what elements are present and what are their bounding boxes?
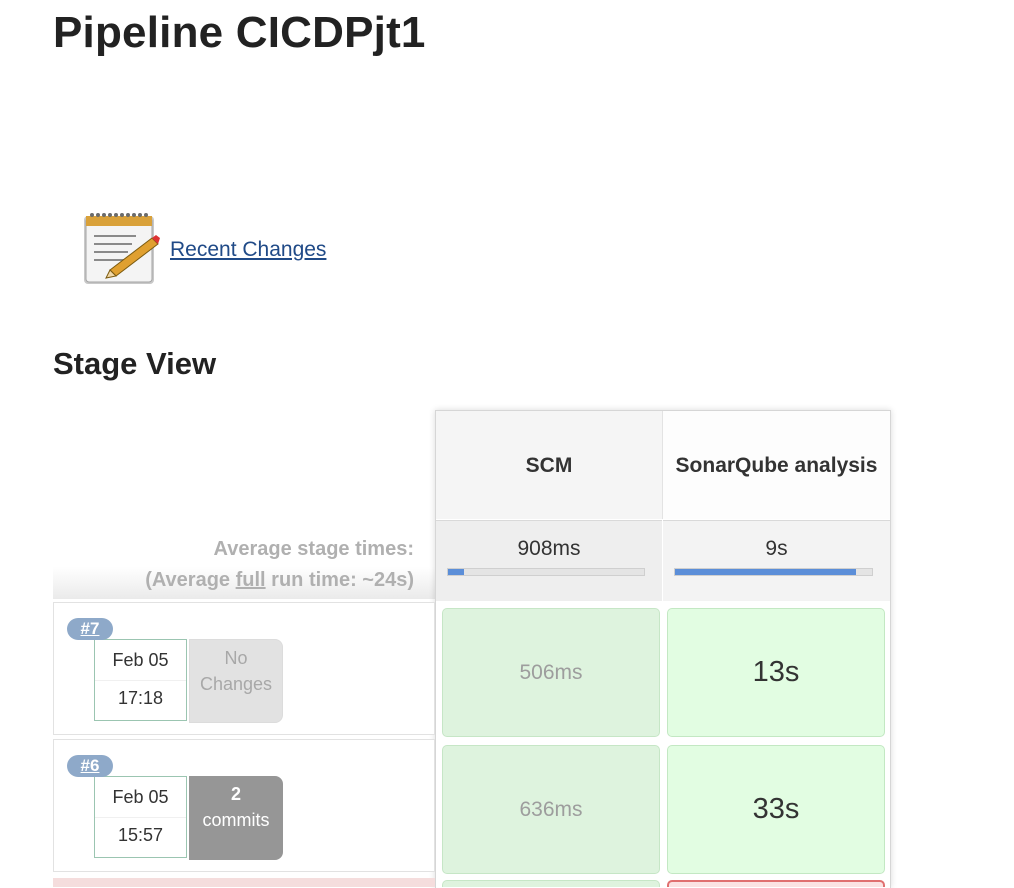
stage-cell-partial-success (442, 880, 660, 887)
average-time-sonarqube: 9s (663, 520, 890, 601)
average-time-value: 908ms (517, 537, 581, 560)
average-label-line1: Average stage times: (213, 538, 414, 560)
average-time-bar-fill (675, 569, 857, 575)
average-time-bar-fill (448, 569, 464, 575)
average-stage-times-label: Average stage times: (Average full run t… (145, 534, 414, 596)
build-number-link[interactable]: #6 (67, 755, 113, 777)
run-row-6: #6 Feb 05 15:57 2 commits (53, 739, 435, 872)
recent-changes-link[interactable]: Recent Changes (170, 238, 326, 262)
average-time-bar (674, 568, 873, 576)
stage-cell-sonarqube[interactable]: 13s (667, 608, 885, 737)
stage-cell-scm[interactable]: 506ms (442, 608, 660, 737)
stage-header-sonarqube[interactable]: SonarQube analysis (663, 411, 890, 519)
stage-cell-sonarqube[interactable]: 33s (667, 745, 885, 874)
commits-label: commits (202, 810, 270, 830)
average-time-scm: 908ms (436, 520, 662, 601)
stage-cell-partial-failed (667, 880, 885, 887)
build-number-link[interactable]: #7 (67, 618, 113, 640)
stage-cell-scm[interactable]: 636ms (442, 745, 660, 874)
commits-badge[interactable]: 2 commits (189, 776, 283, 860)
run-row-7: #7 Feb 05 17:18 No Changes (53, 602, 435, 735)
notepad-pencil-icon[interactable] (80, 208, 160, 288)
commit-count: 2 (230, 784, 241, 804)
build-date: Feb 05 15:57 (94, 776, 187, 858)
average-time-value: 9s (765, 537, 788, 560)
stage-view-heading: Stage View (53, 346, 217, 381)
page-title: Pipeline CICDPjt1 (53, 8, 426, 57)
run-row-partial (53, 878, 435, 887)
average-time-bar (447, 568, 645, 576)
build-date-time: 15:57 (117, 825, 164, 845)
build-date: Feb 05 17:18 (94, 639, 187, 721)
stage-header-scm[interactable]: SCM (436, 411, 663, 519)
date-divider (95, 680, 186, 681)
stage-view: Average stage times: (Average full run t… (53, 410, 891, 888)
full-run-time-link[interactable]: full (236, 569, 266, 591)
build-date-time: 17:18 (117, 688, 164, 708)
build-date-day: Feb 05 (112, 787, 169, 807)
average-label-line2: (Average full run time: ~24s) (145, 569, 414, 591)
no-changes-badge: No Changes (189, 639, 283, 723)
date-divider (95, 817, 186, 818)
build-date-day: Feb 05 (112, 650, 169, 670)
